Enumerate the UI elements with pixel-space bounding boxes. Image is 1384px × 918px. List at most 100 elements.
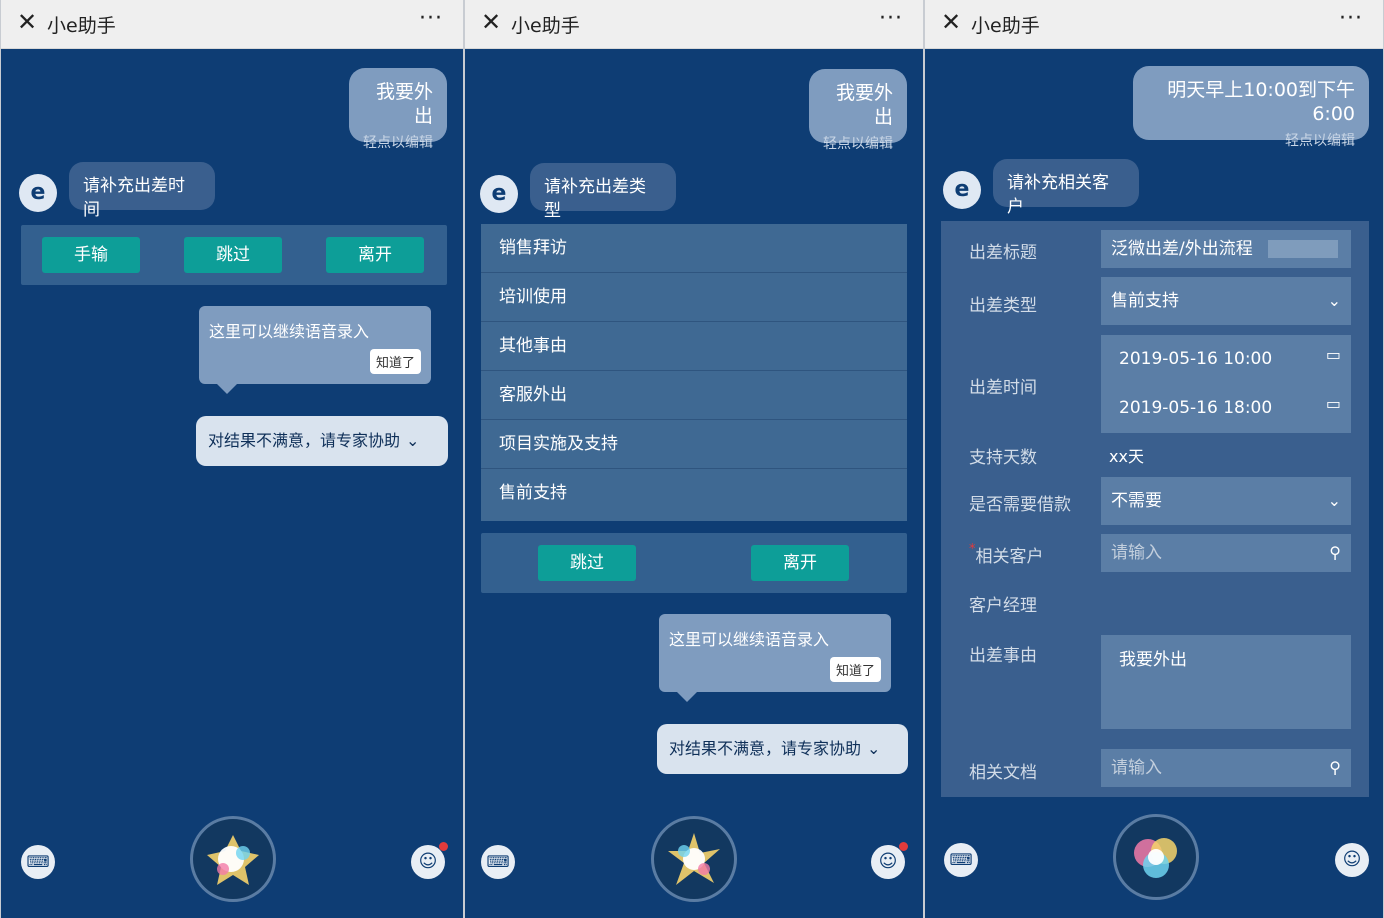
trip-title-label: 出差标题 xyxy=(969,243,1037,263)
title-bar: ✕ 小e助手 ··· xyxy=(465,0,923,49)
app-title: 小e助手 xyxy=(47,15,116,37)
user-profile-icon[interactable]: ☺ xyxy=(871,842,908,879)
expert-help-text: 对结果不满意，请专家协助 xyxy=(208,431,401,450)
edit-hint: 轻点以编辑 xyxy=(823,136,893,152)
end-time-value[interactable]: 2019-05-16 18:00 xyxy=(1119,398,1272,418)
reason-value: 我要外出 xyxy=(1119,650,1187,670)
documents-input[interactable]: 请输入 ⚲ xyxy=(1101,749,1351,787)
voice-tip-text: 这里可以继续语音录入 xyxy=(209,322,370,341)
support-days-label: 支持天数 xyxy=(969,448,1037,468)
voice-orb-icon xyxy=(668,833,720,885)
calendar-icon[interactable]: ▭ xyxy=(1326,394,1341,413)
bot-avatar-icon: e xyxy=(943,171,981,209)
user-message-bubble[interactable]: 我要外出 轻点以编辑 xyxy=(349,68,447,151)
tip-arrow xyxy=(217,384,237,394)
double-chevron-down-icon: ⌄ xyxy=(867,739,881,758)
customer-label-text: 相关客户 xyxy=(975,547,1044,567)
close-icon[interactable]: ✕ xyxy=(15,10,39,34)
trip-type-label: 出差类型 xyxy=(969,296,1037,316)
app-title: 小e助手 xyxy=(971,15,1040,37)
chevron-down-icon: ⌄ xyxy=(1327,291,1341,310)
trip-title-field[interactable]: 泛微出差/外出流程 xyxy=(1101,230,1351,268)
option-sales-visit[interactable]: 销售拜访 xyxy=(481,224,907,273)
leave-button[interactable]: 离开 xyxy=(751,545,849,581)
more-icon[interactable]: ··· xyxy=(879,6,903,31)
support-days-value: xx天 xyxy=(1109,447,1144,466)
trip-time-field: 2019-05-16 10:00 ▭ 2019-05-16 18:00 ▭ xyxy=(1101,335,1351,433)
user-message-bubble[interactable]: 明天早上10:00到下午6:00 轻点以编辑 xyxy=(1133,66,1369,149)
screenshot: ✕ 小e助手 ··· 我要外出 轻点以编辑 e 请补充出差时间 手输 跳过 离开… xyxy=(0,0,1384,918)
trip-time-label: 出差时间 xyxy=(969,378,1037,398)
trip-type-select[interactable]: 售前支持 ⌄ xyxy=(1101,277,1351,325)
voice-orb-icon xyxy=(207,835,259,885)
assistant-panel-2: ✕ 小e助手 ··· 我要外出 轻点以编辑 e 请补充出差类型 销售拜访 培训使… xyxy=(464,0,924,918)
app-title: 小e助手 xyxy=(511,15,580,37)
tip-ok-button[interactable]: 知道了 xyxy=(369,349,421,374)
bot-avatar-icon: e xyxy=(19,174,57,212)
skip-button[interactable]: 跳过 xyxy=(538,545,636,581)
chevron-down-icon: ⌄ xyxy=(1327,491,1341,510)
expert-help-button[interactable]: 对结果不满意，请专家协助 ⌄ xyxy=(657,724,908,774)
title-bar: ✕ 小e助手 ··· xyxy=(925,0,1383,49)
user-profile-icon[interactable]: ☺ xyxy=(411,842,448,879)
action-button-bar: 跳过 离开 xyxy=(481,533,907,593)
option-project-support[interactable]: 项目实施及支持 xyxy=(481,420,907,469)
expert-help-button[interactable]: 对结果不满意，请专家协助 ⌄ xyxy=(196,416,448,466)
assistant-panel-1: ✕ 小e助手 ··· 我要外出 轻点以编辑 e 请补充出差时间 手输 跳过 离开… xyxy=(0,0,464,918)
customer-label: *相关客户 xyxy=(969,542,1044,567)
search-icon[interactable]: ⚲ xyxy=(1329,749,1341,787)
manual-input-button[interactable]: 手输 xyxy=(42,237,140,273)
user-message-text: 明天早上10:00到下午6:00 xyxy=(1167,79,1355,125)
keyboard-icon[interactable]: ⌨ xyxy=(944,843,978,877)
voice-orb-icon xyxy=(1134,838,1177,878)
voice-input-button[interactable] xyxy=(651,816,737,902)
leave-button[interactable]: 离开 xyxy=(326,237,424,273)
user-message-text: 我要外出 xyxy=(835,82,893,128)
customer-input[interactable]: 请输入 ⚲ xyxy=(1101,534,1351,572)
trip-type-options-list: 销售拜访 培训使用 其他事由 客服外出 项目实施及支持 售前支持 xyxy=(481,224,907,521)
voice-input-button[interactable] xyxy=(190,816,276,902)
tip-arrow xyxy=(677,692,697,702)
loan-label: 是否需要借款 xyxy=(969,495,1071,515)
keyboard-icon[interactable]: ⌨ xyxy=(21,845,55,879)
voice-input-button[interactable] xyxy=(1113,814,1199,900)
calendar-icon[interactable]: ▭ xyxy=(1326,345,1341,364)
notification-dot xyxy=(439,842,448,851)
voice-tip-text: 这里可以继续语音录入 xyxy=(669,630,830,649)
reason-textarea[interactable]: 我要外出 xyxy=(1101,635,1351,729)
more-icon[interactable]: ··· xyxy=(1339,6,1363,31)
bot-message-bubble: 请补充出差类型 xyxy=(530,163,676,221)
user-message-bubble[interactable]: 我要外出 轻点以编辑 xyxy=(809,69,907,152)
keyboard-icon[interactable]: ⌨ xyxy=(481,845,515,879)
action-button-bar: 手输 跳过 离开 xyxy=(21,225,447,285)
manager-label: 客户经理 xyxy=(969,596,1037,616)
voice-tip-popup: 这里可以继续语音录入 知道了 xyxy=(659,614,891,702)
double-chevron-down-icon: ⌄ xyxy=(406,431,420,450)
bot-avatar-icon: e xyxy=(480,175,518,213)
reason-label: 出差事由 xyxy=(969,646,1037,666)
close-icon[interactable]: ✕ xyxy=(939,10,963,34)
title-bar: ✕ 小e助手 ··· xyxy=(1,0,463,49)
start-time-value[interactable]: 2019-05-16 10:00 xyxy=(1119,349,1272,369)
voice-tip-popup: 这里可以继续语音录入 知道了 xyxy=(199,306,431,394)
option-training[interactable]: 培训使用 xyxy=(481,273,907,322)
close-icon[interactable]: ✕ xyxy=(479,10,503,34)
expert-help-text: 对结果不满意，请专家协助 xyxy=(669,739,862,758)
documents-label: 相关文档 xyxy=(969,763,1037,783)
skip-button[interactable]: 跳过 xyxy=(184,237,282,273)
trip-title-value: 泛微出差/外出流程 xyxy=(1111,239,1253,259)
option-presales-support[interactable]: 售前支持 xyxy=(481,469,907,518)
bot-message-bubble: 请补充相关客户 xyxy=(993,159,1139,217)
tip-ok-button[interactable]: 知道了 xyxy=(829,657,881,682)
blurred-text xyxy=(1268,240,1339,258)
loan-select[interactable]: 不需要 ⌄ xyxy=(1101,477,1351,525)
search-icon[interactable]: ⚲ xyxy=(1329,534,1341,572)
documents-placeholder: 请输入 xyxy=(1111,758,1162,778)
user-profile-icon[interactable]: ☺ xyxy=(1335,843,1369,877)
option-customer-service[interactable]: 客服外出 xyxy=(481,371,907,420)
more-icon[interactable]: ··· xyxy=(419,6,443,31)
trip-type-value: 售前支持 xyxy=(1111,291,1179,311)
user-message-text: 我要外出 xyxy=(375,81,433,127)
bot-message-bubble: 请补充出差时间 xyxy=(69,162,215,220)
option-other[interactable]: 其他事由 xyxy=(481,322,907,371)
